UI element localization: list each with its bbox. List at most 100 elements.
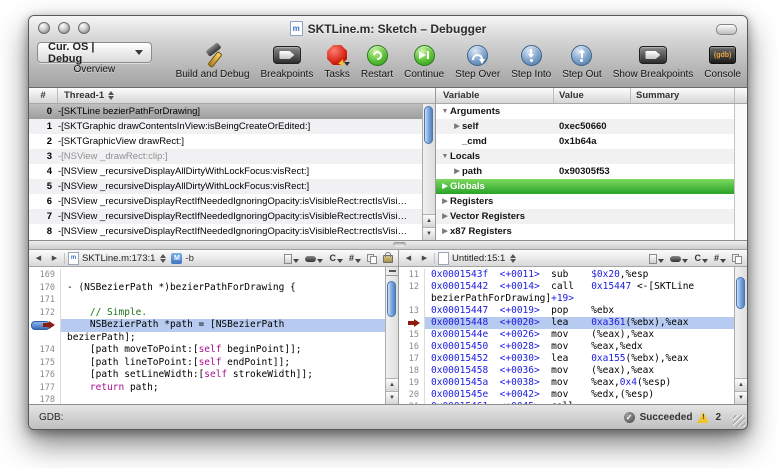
- jump-bar-location[interactable]: SKTLine.m:173:1: [82, 253, 155, 264]
- disclosure-triangle[interactable]: ▶: [452, 164, 462, 179]
- stack-frame-row-8[interactable]: 8-[NSView _recursiveDisplayRectIfNeededI…: [29, 224, 422, 239]
- variable-row-self[interactable]: ▶self0xec50660: [436, 119, 734, 134]
- disassembly-scrollbar[interactable]: ▲ ▼: [734, 267, 747, 404]
- back-button[interactable]: ◀: [402, 254, 415, 262]
- included-files-icon[interactable]: [367, 252, 377, 264]
- toolbar-button-step-over[interactable]: Step Over: [455, 42, 500, 80]
- disclosure-triangle[interactable]: ▶: [440, 179, 450, 194]
- zoom-button[interactable]: [78, 22, 90, 34]
- variable-row-arguments[interactable]: ▼Arguments: [436, 104, 734, 119]
- variable-row-x87-registers[interactable]: ▶x87 Registers: [436, 224, 734, 239]
- scroll-down-button[interactable]: ▼: [423, 227, 435, 240]
- source-scrollbar[interactable]: ▲ ▼: [385, 267, 398, 404]
- disclosure-triangle[interactable]: ▶: [440, 194, 450, 209]
- toolbar-button-step-into[interactable]: Step Into: [511, 42, 551, 80]
- variable-row--cmd[interactable]: _cmd0x1b64a: [436, 134, 734, 149]
- disassembly-body[interactable]: 110x0001543f <+0011> sub $0x20,%esp120x0…: [399, 267, 747, 404]
- variable-column-header[interactable]: Variable: [436, 88, 554, 103]
- disclosure-triangle[interactable]: ▼: [440, 104, 450, 119]
- toolbar-button-step-out[interactable]: Step Out: [562, 42, 601, 80]
- disclosure-triangle[interactable]: ▶: [452, 119, 462, 134]
- variable-row-globals[interactable]: ▶Globals: [436, 179, 734, 194]
- gutter[interactable]: 20: [399, 389, 425, 401]
- forward-button[interactable]: ▶: [418, 254, 431, 262]
- forward-button[interactable]: ▶: [48, 254, 61, 262]
- scroll-down-button[interactable]: ▼: [735, 391, 747, 404]
- gutter[interactable]: 18: [399, 365, 425, 377]
- disclosure-triangle[interactable]: ▶: [440, 224, 450, 239]
- stack-frame-row-4[interactable]: 4-[NSView _recursiveDisplayAllDirtyWithL…: [29, 164, 422, 179]
- variables-scrollbar-track[interactable]: [734, 104, 747, 240]
- gutter[interactable]: 11: [399, 269, 425, 281]
- gutter[interactable]: 174: [29, 344, 61, 357]
- scrollbar-thumb[interactable]: [736, 277, 745, 309]
- gutter[interactable]: 175: [29, 357, 61, 370]
- gutter[interactable]: [29, 332, 61, 345]
- gutter[interactable]: 172: [29, 307, 61, 320]
- stack-frame-row-0[interactable]: 0-[SKTLine bezierPathForDrawing]: [29, 104, 422, 119]
- jump-bar-location[interactable]: Untitled:15:1: [452, 253, 505, 264]
- counterpart-icon[interactable]: [284, 252, 299, 264]
- stack-frame-row-2[interactable]: 2-[SKTGraphicView drawRect:]: [29, 134, 422, 149]
- counterpart-icon[interactable]: [649, 252, 664, 264]
- marks-popup-icon[interactable]: #: [349, 252, 361, 264]
- gutter[interactable]: [399, 317, 425, 329]
- scrollbar-thumb[interactable]: [387, 281, 396, 317]
- scroll-up-button[interactable]: ▲: [423, 214, 435, 227]
- horizontal-splitter[interactable]: [29, 241, 747, 250]
- scroll-down-button[interactable]: ▼: [386, 391, 398, 404]
- line-stepper[interactable]: [510, 254, 516, 263]
- gutter[interactable]: 178: [29, 394, 61, 404]
- gutter[interactable]: 171: [29, 294, 61, 307]
- source-editor-body[interactable]: 169170- (NSBezierPath *)bezierPathForDra…: [29, 267, 398, 404]
- stack-frame-row-3[interactable]: 3-[NSView _drawRect:clip:]: [29, 149, 422, 164]
- gutter[interactable]: 17: [399, 353, 425, 365]
- scroll-up-button[interactable]: ▲: [735, 378, 747, 391]
- gutter[interactable]: 15: [399, 329, 425, 341]
- included-files-icon[interactable]: [732, 252, 742, 264]
- titlebar[interactable]: m SKTLine.m: Sketch – Debugger: [29, 16, 747, 41]
- gutter[interactable]: 16: [399, 341, 425, 353]
- stack-frame-row-6[interactable]: 6-[NSView _recursiveDisplayRectIfNeededI…: [29, 194, 422, 209]
- marks-popup-icon[interactable]: #: [714, 252, 726, 264]
- variable-row-registers[interactable]: ▶Registers: [436, 194, 734, 209]
- gutter[interactable]: 19: [399, 377, 425, 389]
- bookmarks-icon[interactable]: [305, 252, 323, 264]
- overview-popup[interactable]: Cur. OS | Debug: [37, 42, 152, 63]
- disclosure-triangle[interactable]: ▶: [440, 209, 450, 224]
- warning-count[interactable]: 2: [715, 412, 721, 423]
- toolbar-button-restart[interactable]: Restart: [361, 42, 393, 80]
- toolbar-button-tasks[interactable]: Tasks: [324, 42, 350, 80]
- bookmarks-icon[interactable]: [670, 252, 688, 264]
- gutter[interactable]: 176: [29, 369, 61, 382]
- stack-frame-row-1[interactable]: 1-[SKTGraphic drawContentsInView:isBeing…: [29, 119, 422, 134]
- lock-icon[interactable]: [383, 252, 393, 264]
- class-popup-icon[interactable]: C: [694, 252, 708, 264]
- stack-frame-row-5[interactable]: 5-[NSView _recursiveDisplayAllDirtyWithL…: [29, 179, 422, 194]
- scrollbar-thumb[interactable]: [424, 106, 433, 144]
- gutter[interactable]: 169: [29, 269, 61, 282]
- thread-list-scrollbar[interactable]: ▲ ▼: [422, 104, 435, 240]
- toolbar-button-breakpoints[interactable]: Breakpoints: [261, 42, 314, 80]
- warning-icon[interactable]: [697, 412, 710, 423]
- gutter[interactable]: 177: [29, 382, 61, 395]
- toolbar-button-console[interactable]: (gdb)Console: [704, 42, 741, 80]
- disclosure-triangle[interactable]: ▼: [440, 149, 450, 164]
- split-editor-handle[interactable]: [386, 267, 398, 276]
- variable-row-vector-registers[interactable]: ▶Vector Registers: [436, 209, 734, 224]
- gutter[interactable]: 170: [29, 282, 61, 295]
- toolbar-button-continue[interactable]: Continue: [404, 42, 444, 80]
- toolbar-button-build-and-debug[interactable]: Build and Debug: [176, 42, 250, 80]
- function-popup[interactable]: -b: [185, 253, 193, 264]
- variable-row-locals[interactable]: ▼Locals: [436, 149, 734, 164]
- gutter[interactable]: [29, 319, 61, 332]
- value-column-header[interactable]: Value: [554, 88, 631, 103]
- class-popup-icon[interactable]: C: [329, 252, 343, 264]
- thread-number-column-header[interactable]: #: [29, 88, 58, 103]
- line-stepper[interactable]: [160, 254, 166, 263]
- scroll-up-button[interactable]: ▲: [386, 378, 398, 391]
- summary-column-header[interactable]: Summary: [631, 88, 734, 103]
- gutter[interactable]: 12: [399, 281, 425, 293]
- back-button[interactable]: ◀: [32, 254, 45, 262]
- variable-row-path[interactable]: ▶path0x90305f53: [436, 164, 734, 179]
